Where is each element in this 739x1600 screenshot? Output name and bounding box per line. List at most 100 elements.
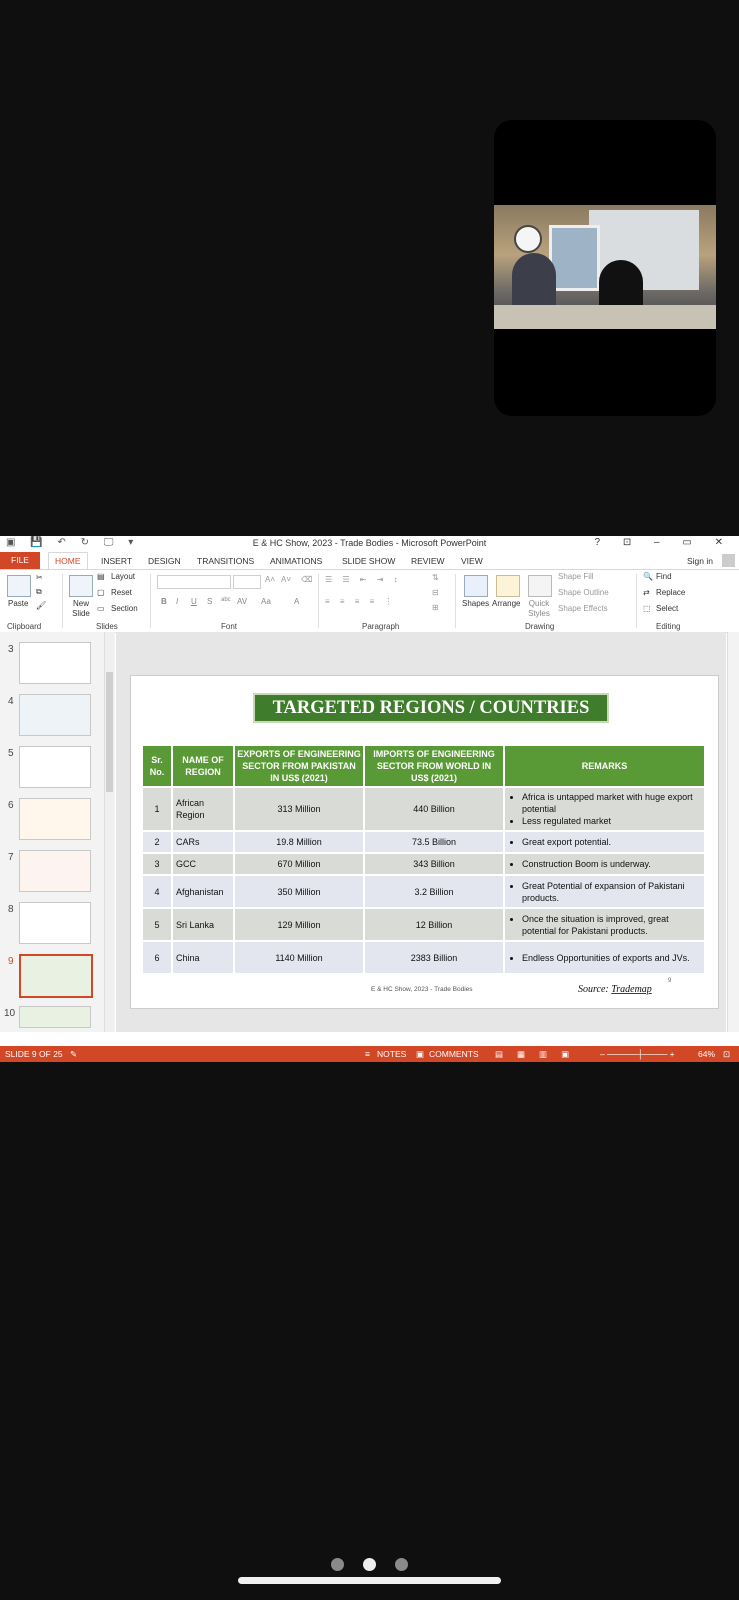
paste-button[interactable]: Paste [8,599,28,608]
editor-scrollbar[interactable] [727,632,739,1032]
cell-exports: 350 Million [233,874,365,909]
fit-slide-icon[interactable]: ⊡ [723,1049,730,1060]
scrollbar-thumb[interactable] [106,672,113,792]
quick-styles-button[interactable]: Quick Styles [525,599,553,619]
window-controls[interactable]: ? ⊡ – ▭ ✕ [595,537,733,548]
smartart-icon[interactable]: ⊞ [432,603,439,612]
slide-thumbnail[interactable] [19,1006,91,1028]
slide-canvas[interactable]: TARGETED REGIONS / COUNTRIES Sr. No. NAM… [130,675,719,1009]
slide-source: Source: Trademap [578,984,652,995]
reset-button[interactable]: Reset [111,588,132,597]
font-size-dropdown[interactable] [233,575,261,589]
strikethrough-button[interactable]: abc [221,597,231,603]
slide-thumbnail[interactable] [19,746,91,788]
font-name-dropdown[interactable] [157,575,231,589]
tab-insert[interactable]: INSERT [101,556,132,566]
table-row: 5 Sri Lanka 129 Million 12 Billion Once … [141,907,706,942]
shadow-button[interactable]: S [207,597,212,606]
character-spacing-button[interactable]: AV [237,597,247,606]
font-color-button[interactable]: A [294,597,299,606]
cell-imports: 343 Billion [363,852,505,876]
spell-check-icon[interactable]: ✎ [70,1049,77,1060]
grow-font-icon[interactable]: A˄ [265,575,275,584]
slide-thumbnail[interactable] [19,850,91,892]
cut-icon[interactable]: ✂ [36,573,43,582]
tab-transitions[interactable]: TRANSITIONS [197,556,254,566]
comments-button[interactable]: COMMENTS [429,1049,479,1059]
thumbnails-scrollbar[interactable] [104,632,114,1032]
cell-region: CARs [171,830,235,854]
arrange-icon[interactable] [496,575,520,597]
shape-effects-button[interactable]: Shape Effects [558,604,608,613]
remark-item: Less regulated market [522,815,701,827]
alignment-buttons[interactable]: ≡ ≡ ≡ ≡ ⋮ [325,597,397,606]
video-call-tile[interactable] [494,120,716,416]
new-slide-icon[interactable] [69,575,93,597]
header-remarks: REMARKS [503,744,706,788]
quick-styles-icon[interactable] [528,575,552,597]
tab-design[interactable]: DESIGN [148,556,181,566]
page-indicator-dot[interactable] [395,1558,408,1571]
layout-button[interactable]: Layout [111,572,135,581]
cell-imports: 440 Billion [363,786,505,832]
tab-file[interactable]: FILE [0,552,40,569]
replace-button[interactable]: Replace [656,588,685,597]
shrink-font-icon[interactable]: A˅ [281,575,291,584]
shape-outline-button[interactable]: Shape Outline [558,588,609,597]
cell-exports: 129 Million [233,907,365,942]
view-buttons[interactable]: ▤▦▥▣ [495,1049,583,1060]
cell-exports: 1140 Million [233,940,365,975]
shape-fill-button[interactable]: Shape Fill [558,572,594,581]
table-row: 3 GCC 670 Million 343 Billion Constructi… [141,852,706,876]
thumbnail-number: 9 [8,956,14,967]
user-avatar[interactable] [722,554,735,567]
text-direction-icon[interactable]: ⇅ [432,573,439,582]
tab-animations[interactable]: ANIMATIONS [270,556,322,566]
slide-thumbnail[interactable] [19,642,91,684]
format-painter-icon[interactable]: 🖌 [36,601,46,610]
list-buttons[interactable]: ☰ ☰ ⇤ ⇥ ↕ [325,575,402,584]
tab-slide-show[interactable]: SLIDE SHOW [342,556,395,566]
video-table [494,305,716,329]
cell-imports: 3.2 Billion [363,874,505,909]
cell-remarks: Great Potential of expansion of Pakistan… [503,874,706,909]
notes-button[interactable]: NOTES [377,1049,406,1059]
tab-review[interactable]: REVIEW [411,556,445,566]
bold-button[interactable]: B [161,597,167,606]
slide-thumbnail[interactable] [19,902,91,944]
header-sr-no: Sr. No. [141,744,173,788]
slide-thumbnail[interactable] [19,694,91,736]
slide-thumbnail-selected[interactable] [19,954,93,998]
tab-view[interactable]: VIEW [461,556,483,566]
cell-sr: 5 [141,907,173,942]
new-slide-button[interactable]: New Slide [68,599,94,619]
underline-button[interactable]: U [191,597,197,606]
page-indicator-dot-active[interactable] [363,1558,376,1571]
tab-home[interactable]: HOME [48,552,88,569]
zoom-level[interactable]: 64% [698,1049,715,1059]
home-indicator[interactable] [238,1577,501,1584]
sign-in-link[interactable]: Sign in [687,556,713,566]
video-window [549,225,600,291]
select-button[interactable]: Select [656,604,678,613]
italic-button[interactable]: I [176,597,178,606]
table-row: 1 African Region 313 Million 440 Billion… [141,786,706,832]
align-text-icon[interactable]: ⊟ [432,588,439,597]
slide-thumbnails-pane[interactable]: 3 4 5 6 7 8 9 10 [0,632,115,1032]
section-button[interactable]: Section [111,604,138,613]
shapes-icon[interactable] [464,575,488,597]
page-indicator-dot[interactable] [331,1558,344,1571]
slide-title[interactable]: TARGETED REGIONS / COUNTRIES [253,693,609,723]
arrange-button[interactable]: Arrange [492,599,520,608]
regions-table[interactable]: Sr. No. NAME OF REGION EXPORTS OF ENGINE… [141,744,706,975]
shapes-button[interactable]: Shapes [462,599,489,608]
thumbnail-number: 10 [4,1008,16,1019]
find-button[interactable]: Find [656,572,672,581]
change-case-button[interactable]: Aa [261,597,271,606]
slide-thumbnail[interactable] [19,798,91,840]
clear-formatting-icon[interactable]: ⌫ [301,575,312,584]
cell-sr: 3 [141,852,173,876]
zoom-slider[interactable]: – ─────┼──── + [600,1049,675,1059]
copy-icon[interactable]: ⧉ [36,587,42,597]
paste-icon[interactable] [7,575,31,597]
